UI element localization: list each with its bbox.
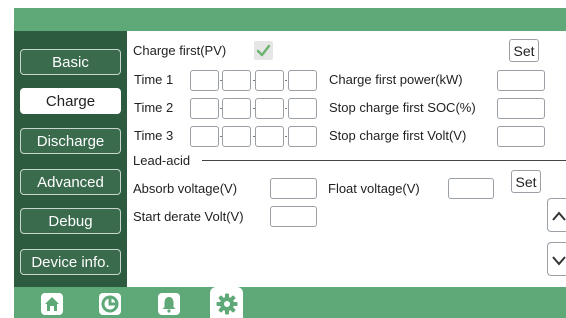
time-3-end-hour-input[interactable]: [255, 126, 284, 147]
chevron-up-icon: [552, 211, 566, 221]
time-2-end-minute-input[interactable]: [288, 98, 317, 119]
home-icon: [41, 293, 63, 315]
time-separator: [285, 108, 287, 109]
charge-first-pv-label: Charge first(PV): [133, 43, 227, 58]
stop-charge-first-volt-label: Stop charge first Volt(V): [329, 128, 467, 143]
gear-icon: [216, 293, 238, 315]
charge-first-power-label: Charge first power(kW): [329, 72, 463, 87]
time-separator: [285, 136, 287, 137]
lead-acid-set-button[interactable]: Set: [511, 170, 541, 193]
scroll-up-button[interactable]: [547, 198, 566, 232]
sidebar-item-basic[interactable]: Basic: [20, 49, 121, 75]
time-1-end-minute-input[interactable]: [288, 70, 317, 91]
time-1-label: Time 1: [134, 72, 174, 87]
time-2-label: Time 2: [134, 100, 174, 115]
section-divider: [202, 160, 566, 161]
sidebar: Basic Charge Discharge Advanced Debug De…: [14, 31, 127, 287]
time-2-end-hour-input[interactable]: [255, 98, 284, 119]
time-3-start-minute-input[interactable]: [222, 126, 251, 147]
charge-first-power-input[interactable]: [497, 70, 545, 91]
float-voltage-label: Float voltage(V): [328, 181, 420, 196]
scroll-down-button[interactable]: [547, 242, 566, 276]
stop-charge-first-soc-label: Stop charge first SOC(%): [329, 100, 476, 115]
time-separator: [285, 80, 287, 81]
pie-chart-icon: [99, 293, 121, 315]
time-3-start-hour-input[interactable]: [190, 126, 219, 147]
time-2-start-hour-input[interactable]: [190, 98, 219, 119]
tab-home[interactable]: [35, 287, 68, 318]
absorb-voltage-label: Absorb voltage(V): [133, 181, 238, 196]
stop-charge-first-volt-input[interactable]: [497, 126, 545, 147]
time-1-start-hour-input[interactable]: [190, 70, 219, 91]
sidebar-item-advanced[interactable]: Advanced: [20, 169, 121, 195]
bell-icon: [158, 293, 180, 315]
time-3-end-minute-input[interactable]: [288, 126, 317, 147]
time-1-end-hour-input[interactable]: [255, 70, 284, 91]
absorb-voltage-input[interactable]: [270, 178, 317, 199]
sidebar-item-discharge[interactable]: Discharge: [20, 128, 121, 154]
checkmark-icon: [256, 44, 271, 57]
start-derate-volt-label: Start derate Volt(V): [133, 209, 244, 224]
sidebar-item-debug[interactable]: Debug: [20, 208, 121, 234]
header-bar: [14, 8, 566, 31]
tab-statistics[interactable]: [93, 287, 126, 318]
stop-charge-first-soc-input[interactable]: [497, 98, 545, 119]
time-1-start-minute-input[interactable]: [222, 70, 251, 91]
sidebar-item-device-info[interactable]: Device info.: [20, 249, 121, 275]
float-voltage-input[interactable]: [448, 178, 494, 199]
time-2-start-minute-input[interactable]: [222, 98, 251, 119]
chevron-down-icon: [552, 256, 566, 266]
time-3-label: Time 3: [134, 128, 174, 143]
sidebar-item-charge[interactable]: Charge: [20, 88, 121, 114]
tab-settings[interactable]: [210, 287, 243, 318]
start-derate-volt-input[interactable]: [270, 206, 317, 227]
lead-acid-section-title: Lead-acid: [133, 153, 191, 168]
charge-first-pv-checkbox[interactable]: [254, 41, 273, 60]
tab-alarms[interactable]: [152, 287, 185, 318]
charge-set-button[interactable]: Set: [509, 39, 539, 62]
